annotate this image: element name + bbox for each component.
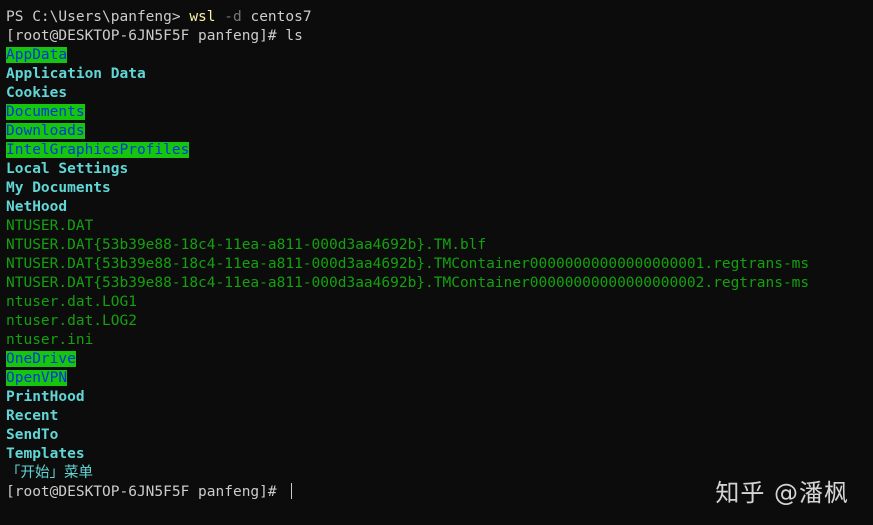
wsl-flag: -d xyxy=(215,9,242,25)
directory-entry: Recent xyxy=(6,408,59,424)
directory-entry: PrintHood xyxy=(6,389,85,405)
list-item-ntuser-container-1: NTUSER.DAT{53b39e88-18c4-11ea-a811-000d3… xyxy=(6,255,873,274)
list-item-local-settings: Local Settings xyxy=(6,160,873,179)
directory-entry: AppData xyxy=(6,47,68,63)
list-item-application-data: Application Data xyxy=(6,65,873,84)
directory-entry: My Documents xyxy=(6,180,111,196)
directory-entry: IntelGraphicsProfiles xyxy=(6,142,190,158)
powershell-command-line: PS C:\Users\panfeng> wsl -d centos7 xyxy=(6,8,873,27)
directory-entry: SendTo xyxy=(6,427,59,443)
directory-entry: NetHood xyxy=(6,199,68,215)
list-item-appdata: AppData xyxy=(6,46,873,65)
list-item-nethood: NetHood xyxy=(6,198,873,217)
directory-entry: Downloads xyxy=(6,123,85,139)
file-entry: NTUSER.DAT{53b39e88-18c4-11ea-a811-000d3… xyxy=(6,256,810,272)
directory-entry: OpenVPN xyxy=(6,370,68,386)
powershell-prompt: PS C:\Users\panfeng> xyxy=(6,9,190,25)
directory-entry: OneDrive xyxy=(6,351,76,367)
list-item-documents: Documents xyxy=(6,103,873,122)
list-item-ntuser-dat: NTUSER.DAT xyxy=(6,217,873,236)
list-item-cookies: Cookies xyxy=(6,84,873,103)
list-item-recent: Recent xyxy=(6,407,873,426)
directory-entry: Documents xyxy=(6,104,85,120)
directory-entry: 「开始」菜单 xyxy=(6,465,93,481)
bash-command-line: [root@DESKTOP-6JN5F5F panfeng]# ls xyxy=(6,27,873,46)
directory-entry: Local Settings xyxy=(6,161,129,177)
text-cursor xyxy=(291,483,293,499)
watermark: 知乎 @潘枫 xyxy=(715,479,849,507)
list-item-ntuser-tm-blf: NTUSER.DAT{53b39e88-18c4-11ea-a811-000d3… xyxy=(6,236,873,255)
wsl-distro-arg: centos7 xyxy=(241,9,312,25)
list-item-ntuser-container-2: NTUSER.DAT{53b39e88-18c4-11ea-a811-000d3… xyxy=(6,274,873,293)
list-item-ntuser-log2: ntuser.dat.LOG2 xyxy=(6,312,873,331)
list-item-downloads: Downloads xyxy=(6,122,873,141)
file-entry: ntuser.ini xyxy=(6,332,94,348)
file-entry: ntuser.dat.LOG2 xyxy=(6,313,137,329)
list-item-ntuser-log1: ntuser.dat.LOG1 xyxy=(6,293,873,312)
file-entry: NTUSER.DAT xyxy=(6,218,94,234)
list-item-printhood: PrintHood xyxy=(6,388,873,407)
list-item-intelgraphicsprofiles: IntelGraphicsProfiles xyxy=(6,141,873,160)
terminal-window[interactable]: PS C:\Users\panfeng> wsl -d centos7 [roo… xyxy=(0,0,873,525)
directory-entry: Application Data xyxy=(6,66,146,82)
list-item-my-documents: My Documents xyxy=(6,179,873,198)
directory-entry: Cookies xyxy=(6,85,68,101)
list-item-templates: Templates xyxy=(6,445,873,464)
wsl-command: wsl xyxy=(189,9,216,25)
final-bash-prompt: [root@DESKTOP-6JN5F5F panfeng]# xyxy=(6,484,286,500)
ls-command: ls xyxy=(285,28,303,44)
file-entry: NTUSER.DAT{53b39e88-18c4-11ea-a811-000d3… xyxy=(6,237,487,253)
list-item-sendto: SendTo xyxy=(6,426,873,445)
list-item-ntuser-ini: ntuser.ini xyxy=(6,331,873,350)
file-entry: ntuser.dat.LOG1 xyxy=(6,294,137,310)
list-item-openvpn: OpenVPN xyxy=(6,369,873,388)
directory-entry: Templates xyxy=(6,446,85,462)
list-item-onedrive: OneDrive xyxy=(6,350,873,369)
bash-prompt: [root@DESKTOP-6JN5F5F panfeng]# xyxy=(6,28,286,44)
file-entry: NTUSER.DAT{53b39e88-18c4-11ea-a811-000d3… xyxy=(6,275,810,291)
